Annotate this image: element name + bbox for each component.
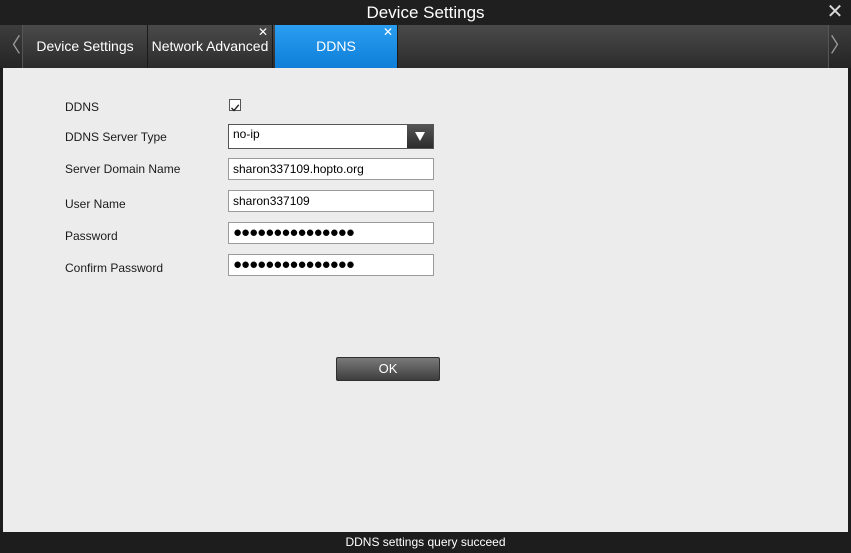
username-input[interactable]: sharon337109 — [228, 190, 434, 212]
status-bar: DDNS settings query succeed — [0, 532, 851, 553]
triangle-down-icon — [415, 132, 425, 141]
close-tab-icon[interactable]: ✕ — [383, 26, 393, 38]
close-tab-icon[interactable]: ✕ — [258, 26, 268, 38]
password-input[interactable]: ●●●●●●●●●●●●●●● — [228, 222, 434, 244]
chevron-right-icon: 〉 — [830, 35, 850, 57]
window-title: Device Settings — [366, 3, 485, 22]
ok-button[interactable]: OK — [336, 357, 440, 381]
title-bar: Device Settings ✕ — [0, 0, 851, 25]
domain-name-input[interactable]: sharon337109.hopto.org — [228, 158, 434, 180]
device-settings-window: Device Settings ✕ 〈 Device Settings Netw… — [0, 0, 851, 553]
chevron-left-icon: 〈 — [1, 35, 21, 57]
tab-label: Device Settings — [36, 38, 134, 54]
server-type-label: DDNS Server Type — [65, 130, 167, 144]
ddns-settings-panel: DDNS DDNS Server Type no-ip Server Domai… — [3, 68, 848, 532]
password-label: Password — [65, 229, 118, 243]
confirm-password-label: Confirm Password — [65, 261, 164, 275]
server-type-value: no-ip — [233, 127, 260, 141]
tab-label: DDNS — [316, 38, 356, 54]
ddns-label: DDNS — [65, 100, 100, 114]
tab-label: Network Advanced — [151, 38, 269, 54]
tab-device-settings[interactable]: Device Settings — [23, 25, 148, 68]
checkmark-icon — [231, 104, 240, 112]
status-message: DDNS settings query succeed — [345, 535, 506, 549]
dropdown-button[interactable] — [407, 125, 433, 148]
username-label: User Name — [65, 197, 126, 211]
confirm-password-input[interactable]: ●●●●●●●●●●●●●●● — [228, 254, 434, 276]
tab-scroll-left-button[interactable]: 〈 — [0, 25, 23, 68]
close-icon: ✕ — [826, 1, 844, 23]
ddns-enable-checkbox[interactable] — [229, 99, 241, 112]
tab-bar: 〈 Device Settings Network Advanced ✕ DDN… — [0, 25, 851, 68]
domain-name-label: Server Domain Name — [65, 162, 181, 176]
tab-network-advanced[interactable]: Network Advanced ✕ — [148, 25, 273, 68]
close-window-button[interactable]: ✕ — [825, 1, 845, 23]
tab-ddns[interactable]: DDNS ✕ — [275, 25, 398, 68]
server-type-select[interactable]: no-ip — [228, 124, 434, 149]
tab-scroll-right-button[interactable]: 〉 — [828, 25, 851, 68]
